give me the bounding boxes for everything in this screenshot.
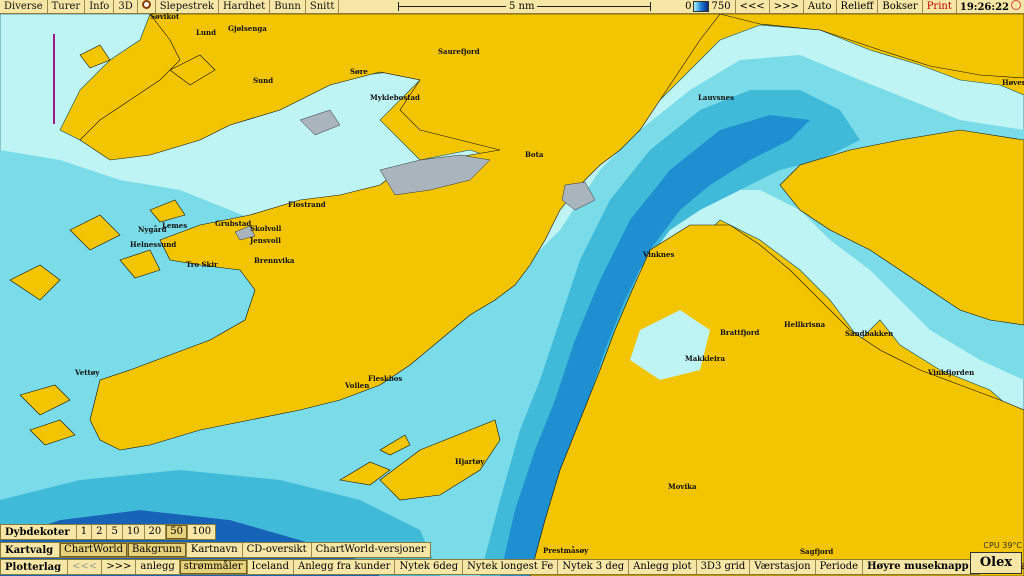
hardhet-button[interactable]: Hardhet	[219, 0, 271, 13]
place-label: Movika	[668, 482, 697, 491]
depth-gradient	[693, 1, 710, 12]
place-label: Flostrand	[288, 200, 326, 209]
clock: 19:26:22	[957, 0, 1024, 13]
layer-iceland[interactable]: Iceland	[246, 560, 293, 574]
place-label: Tro Skir	[186, 260, 218, 269]
bakgrunn-button[interactable]: Bakgrunn	[127, 543, 186, 557]
place-label: Sandbakken	[845, 329, 894, 338]
kartnavn-button[interactable]: Kartnavn	[185, 543, 242, 557]
layer-anlegg[interactable]: anlegg	[135, 560, 178, 574]
place-label: Vinkfjorden	[928, 368, 975, 377]
kartvalg-title: Kartvalg	[5, 544, 54, 556]
layer-3d3-grid[interactable]: 3D3 grid	[695, 560, 750, 574]
plotterlag-title: Plotterlag	[5, 561, 62, 573]
layer-anlegg-fra-kunder[interactable]: Anlegg fra kunder	[293, 560, 394, 574]
layer-vaerstasjon[interactable]: Værstasjon	[749, 560, 814, 574]
track-marker	[53, 34, 55, 124]
plotterlag-prev-button[interactable]: <<<	[67, 560, 101, 574]
place-label: Vollen	[345, 381, 370, 390]
menu-3d[interactable]: 3D	[114, 0, 138, 13]
bokser-button[interactable]: Bokser	[878, 0, 923, 13]
layer-nytek-6deg[interactable]: Nytek 6deg	[394, 560, 462, 574]
layer-periode[interactable]: Periode	[814, 560, 863, 574]
scale-bar: 5 nm	[398, 0, 651, 13]
place-label: Vinknes	[643, 250, 675, 259]
snitt-button[interactable]: Snitt	[306, 0, 340, 13]
place-label: Saurefjord	[438, 47, 480, 56]
menu-info[interactable]: Info	[85, 0, 115, 13]
place-label: Fleskbos	[368, 374, 403, 383]
place-label: Prestmåsøy	[543, 546, 589, 555]
plotterlag-panel: Plotterlag <<< >>> anlegg strømmåler Ice…	[0, 559, 1024, 575]
dybdekoter-panel: Dybdekoter 1 2 5 10 20 50 100	[0, 524, 217, 540]
menu-diverse[interactable]: Diverse	[0, 0, 48, 13]
depth-contour-100[interactable]: 100	[187, 525, 215, 539]
depth-max-label: 750	[711, 1, 731, 12]
depth-min-label: 0	[685, 1, 692, 12]
layer-strommaler[interactable]: strømmåler	[178, 560, 247, 574]
plotterlag-next-button[interactable]: >>>	[101, 560, 135, 574]
place-label: Lund	[196, 28, 216, 37]
depth-contour-1[interactable]: 1	[75, 525, 91, 539]
depth-contour-5[interactable]: 5	[106, 525, 121, 539]
place-label: Søvikot	[150, 12, 180, 21]
cpu-temperature: CPU 39°C	[983, 541, 1022, 550]
nav-forward-button[interactable]: >>>	[770, 0, 804, 13]
place-label: Søre	[350, 67, 368, 76]
chartworld-button[interactable]: ChartWorld	[59, 543, 127, 557]
depth-contour-20[interactable]: 20	[143, 525, 166, 539]
layer-nytek-3deg[interactable]: Nytek 3 deg	[557, 560, 628, 574]
layer-anlegg-plot[interactable]: Anlegg plot	[628, 560, 695, 574]
place-label: Lemes	[162, 221, 188, 230]
place-label: Hellkrisna	[784, 320, 826, 329]
cd-oversikt-button[interactable]: CD-oversikt	[241, 543, 311, 557]
chartworld-versjoner-button[interactable]: ChartWorld-versjoner	[310, 543, 430, 557]
place-label: Bota	[525, 150, 544, 159]
dybdekoter-title: Dybdekoter	[5, 526, 70, 538]
olex-logo[interactable]: Olex	[970, 552, 1022, 574]
sun-icon	[1011, 0, 1021, 10]
menu-turer[interactable]: Turer	[48, 0, 86, 13]
depth-contour-50[interactable]: 50	[165, 525, 188, 539]
relieff-button[interactable]: Relieff	[837, 0, 879, 13]
place-label: Jensvoll	[250, 236, 281, 245]
scale-label: 5 nm	[506, 0, 538, 13]
nav-back-button[interactable]: <<<	[736, 0, 770, 13]
place-label: Gjølsenga	[228, 24, 267, 33]
place-label: Lauvsnes	[698, 93, 735, 102]
top-right-controls: 0 750 <<< >>> Auto Relieff Bokser Print …	[681, 0, 1024, 14]
auto-button[interactable]: Auto	[804, 0, 837, 13]
place-label: Brattfjord	[720, 328, 760, 337]
place-label: Helnessund	[130, 240, 177, 249]
clock-time: 19:26:22	[959, 2, 1009, 13]
depth-contour-2[interactable]: 2	[91, 525, 106, 539]
bunn-button[interactable]: Bunn	[270, 0, 306, 13]
place-label: Hjartøy	[455, 457, 485, 466]
place-label: Vettøy	[75, 368, 100, 377]
place-label: Sund	[253, 76, 274, 85]
kartvalg-panel: Kartvalg ChartWorld Bakgrunn Kartnavn CD…	[0, 542, 431, 558]
nautical-chart-map[interactable]	[0, 0, 1024, 576]
place-label: Skolvoll	[250, 224, 282, 233]
layer-nytek-longest[interactable]: Nytek longest Fe	[462, 560, 557, 574]
print-button[interactable]: Print	[923, 0, 957, 13]
depth-legend: 0 750	[681, 0, 736, 13]
place-label: Brennvika	[254, 256, 295, 265]
depth-contour-10[interactable]: 10	[121, 525, 144, 539]
place-label: Høven	[1002, 78, 1024, 87]
place-label: Sagfjord	[800, 547, 834, 556]
place-label: Makkleira	[685, 354, 725, 363]
place-label: Grubstad	[215, 219, 252, 228]
place-label: Myklebostad	[370, 93, 420, 102]
